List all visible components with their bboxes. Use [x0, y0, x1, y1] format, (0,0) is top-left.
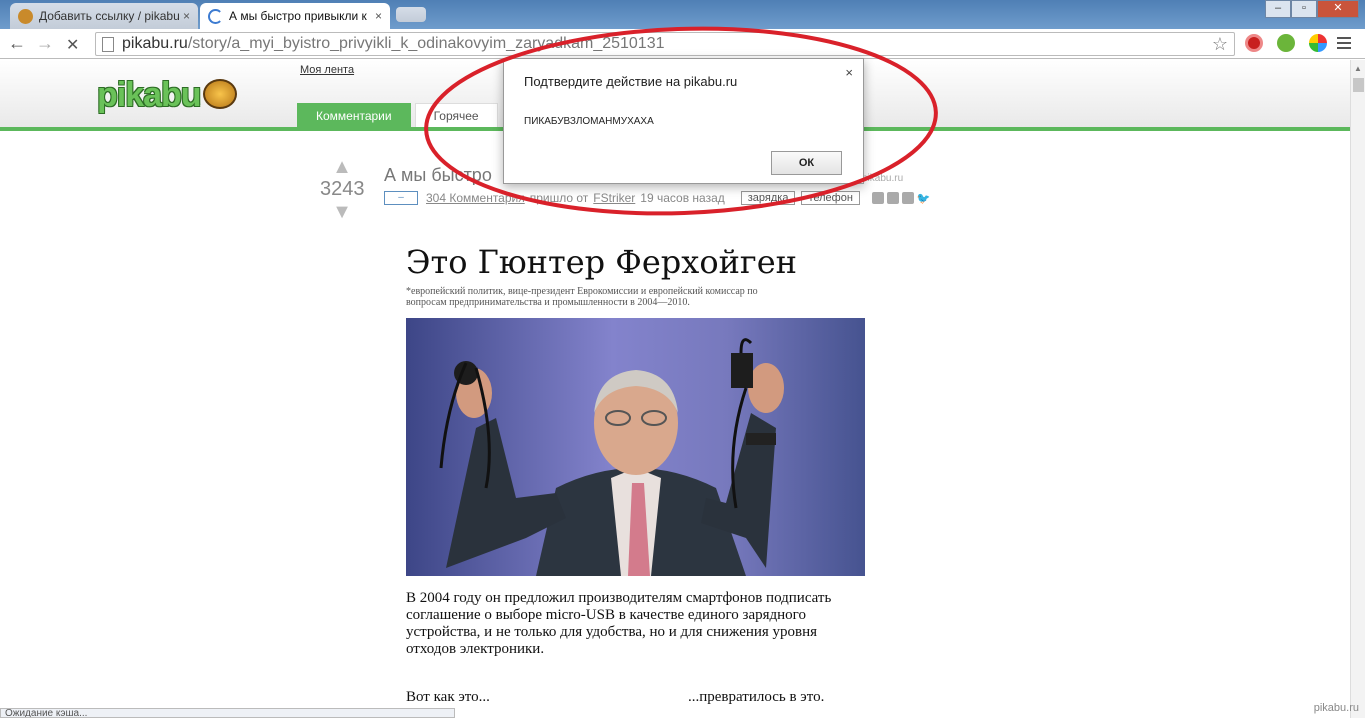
post-score: 3243: [320, 178, 365, 200]
post-meta: – 304 Комментария пришло от FStriker 19 …: [384, 191, 934, 205]
tab-close-icon[interactable]: ×: [183, 9, 190, 23]
caption-after: ...превратилось в это.: [688, 689, 825, 705]
post-title[interactable]: А мы быстро: [384, 165, 492, 186]
tab-title: А мы быстро привыкли к: [229, 9, 367, 23]
url-host: pikabu.ru: [122, 35, 188, 52]
downvote-arrow-icon[interactable]: ▼: [320, 202, 364, 222]
cam-label: –: [398, 192, 404, 203]
pikabu-logo[interactable]: pikabu: [97, 76, 202, 115]
tab-title: Добавить ссылку / pikabu: [39, 9, 180, 23]
twitter-icon[interactable]: 🐦: [917, 192, 931, 205]
author-link[interactable]: FStriker: [593, 191, 635, 205]
dialog-message: ПИКАБУВЗЛОМАНМУХАХА: [524, 116, 654, 127]
bookmark-star-icon[interactable]: ☆: [1212, 34, 1228, 55]
article-photo: [406, 318, 865, 576]
address-bar[interactable]: pikabu.ru /story/a_myi_byistro_privyikli…: [95, 32, 1235, 56]
cupcake-logo-icon: [203, 79, 237, 109]
loading-spinner-icon: [208, 8, 223, 24]
window-controls: – ▫ ✕: [1265, 0, 1359, 18]
share-buttons: 🐦: [871, 192, 934, 205]
tab-add-link[interactable]: Добавить ссылку / pikabu ×: [10, 3, 198, 29]
post-time: 19 часов назад: [640, 191, 725, 205]
maximize-icon[interactable]: ▫: [1291, 0, 1317, 18]
upvote-arrow-icon[interactable]: ▲: [320, 157, 364, 177]
scroll-up-icon[interactable]: ▲: [1354, 64, 1362, 73]
article-subtitle: *европейский политик, вице-президент Евр…: [406, 286, 758, 308]
ok-button[interactable]: ОК: [771, 151, 842, 175]
chrome-menu-icon[interactable]: [1337, 37, 1351, 52]
confirm-dialog: Подтвердите действие на pikabu.ru × ПИКА…: [503, 58, 864, 184]
dialog-title: Подтвердите действие на pikabu.ru: [524, 74, 738, 89]
page-icon: [102, 36, 114, 52]
page-scrollbar[interactable]: ▲: [1350, 60, 1365, 718]
scroll-thumb[interactable]: [1353, 78, 1364, 92]
window-close-icon[interactable]: ✕: [1317, 0, 1359, 18]
source-site-link[interactable]: pikabu.ru: [862, 173, 903, 184]
camera-icon: –: [384, 191, 418, 205]
my-feed-link[interactable]: Моя лента: [300, 64, 354, 76]
tab-close-icon[interactable]: ×: [375, 9, 382, 23]
nav-tab-hot[interactable]: Горячее: [414, 103, 498, 127]
comments-link[interactable]: 304 Комментария: [426, 191, 525, 205]
url-path: /story/a_myi_byistro_privyikli_k_odinako…: [187, 35, 665, 52]
refresh-extension-icon[interactable]: [1277, 34, 1295, 52]
forward-arrow-icon[interactable]: →: [36, 33, 54, 54]
new-tab-button[interactable]: [396, 7, 426, 22]
colorful-extension-icon[interactable]: [1309, 34, 1327, 52]
caption-before: Вот как это...: [406, 689, 490, 705]
vote-block: ▲ 3243 ▼: [320, 157, 365, 222]
tag-charger[interactable]: зарядка: [740, 191, 796, 205]
stop-loading-icon[interactable]: ✕: [66, 35, 79, 55]
watermark: pikabu.ru: [1313, 702, 1359, 714]
nav-tab-comments[interactable]: Комментарии: [297, 103, 411, 127]
article-heading: Это Гюнтер Ферхойген: [406, 243, 797, 281]
politician-photo-illustration: [406, 318, 865, 576]
dialog-close-icon[interactable]: ×: [845, 65, 853, 80]
came-from-label: пришло от: [529, 191, 589, 205]
article-body: В 2004 году он предложил производителям …: [406, 590, 832, 657]
vkontakte-icon[interactable]: [901, 192, 914, 204]
browser-tabstrip: Добавить ссылку / pikabu × А мы быстро п…: [0, 0, 1365, 29]
back-arrow-icon[interactable]: ←: [8, 33, 26, 54]
tag-phone[interactable]: телефон: [801, 191, 860, 205]
browser-toolbar: ← → ✕ pikabu.ru /story/a_myi_byistro_pri…: [0, 29, 1365, 59]
facebook-icon[interactable]: [886, 192, 899, 204]
site-nav: Комментарии Горячее: [297, 103, 502, 127]
adblock-extension-icon[interactable]: [1245, 34, 1263, 52]
save-icon[interactable]: [871, 192, 884, 204]
pikabu-favicon-icon: [18, 8, 33, 24]
minimize-icon[interactable]: –: [1265, 0, 1291, 18]
status-bar: Ожидание кэша...: [0, 708, 455, 718]
tab-story[interactable]: А мы быстро привыкли к ×: [200, 3, 390, 29]
